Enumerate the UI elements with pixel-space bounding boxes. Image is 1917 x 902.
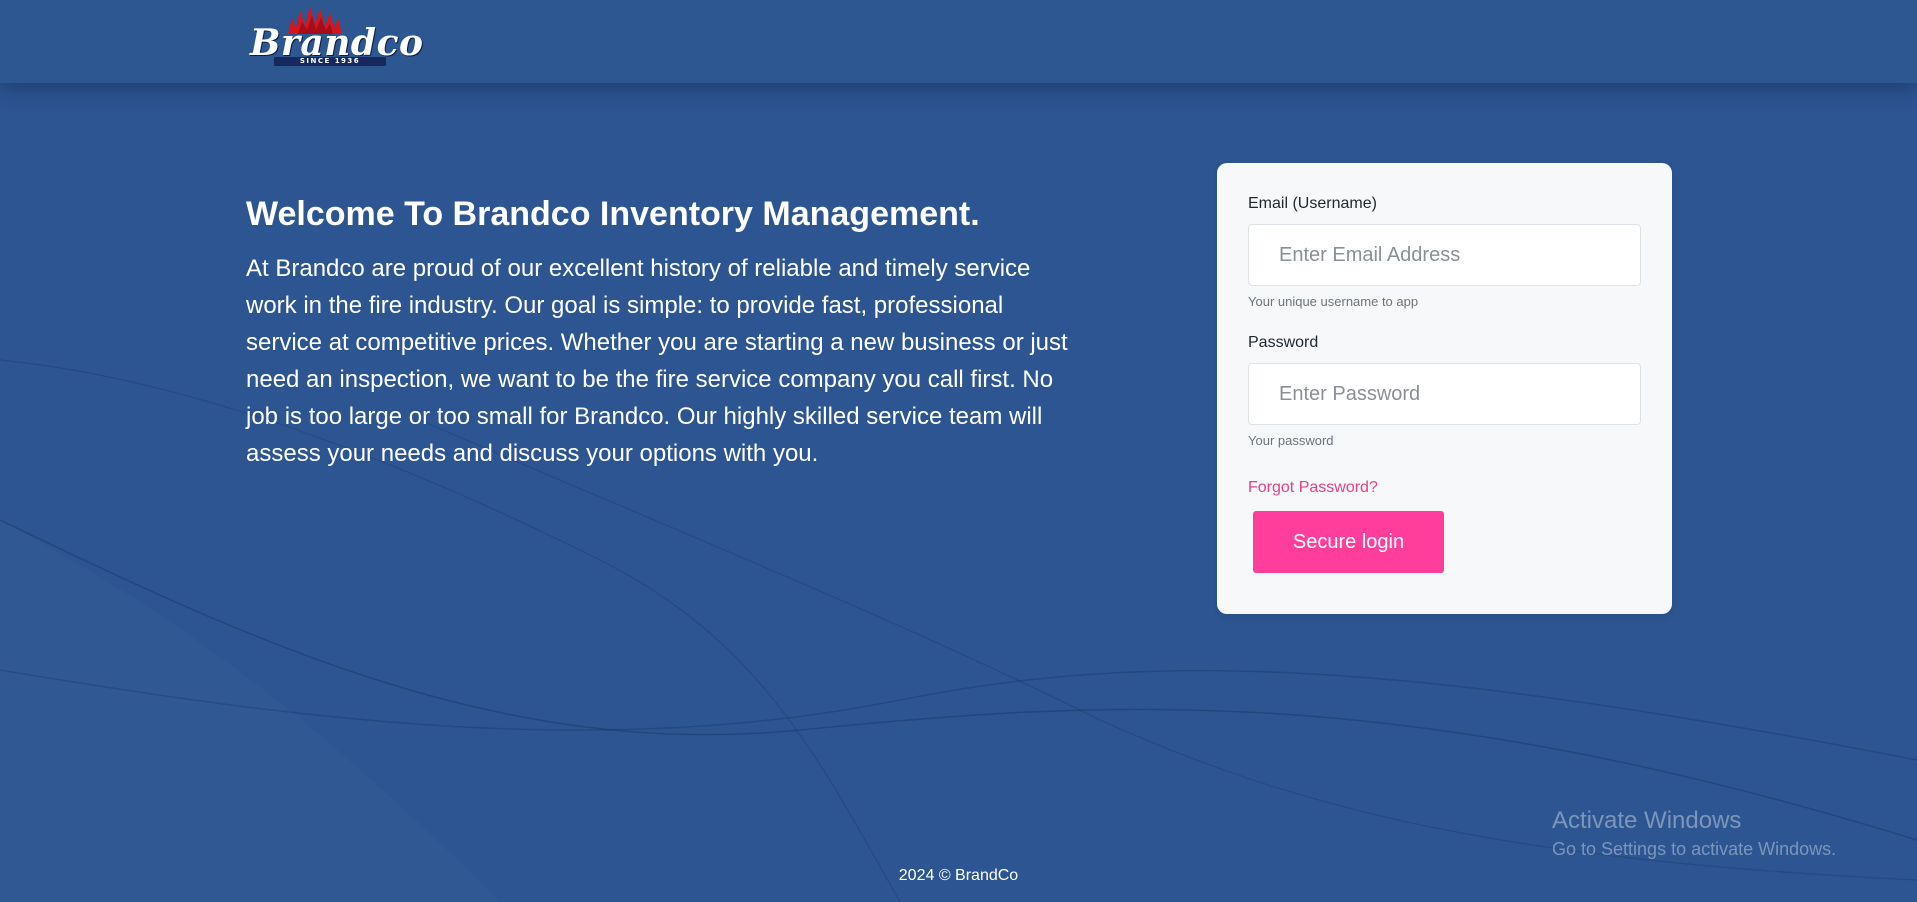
logo-tagline: SINCE 1936	[274, 57, 386, 66]
login-form: Email (Username) Your unique username to…	[1217, 163, 1672, 614]
activate-windows-subtitle: Go to Settings to activate Windows.	[1552, 839, 1837, 859]
footer-copyright: 2024 © BrandCo	[898, 867, 1019, 884]
password-help-text: Your password	[1248, 433, 1334, 448]
top-navbar: Brandco SINCE 1936	[0, 0, 1917, 83]
activate-windows-watermark: Activate Windows Go to Settings to activ…	[1552, 806, 1836, 862]
password-label: Password	[1248, 334, 1319, 351]
password-field[interactable]	[1248, 363, 1641, 425]
email-label: Email (Username)	[1248, 195, 1377, 212]
welcome-heading: Welcome To Brandco Inventory Management.	[246, 195, 980, 233]
activate-windows-title: Activate Windows	[1552, 807, 1742, 834]
secure-login-button[interactable]: Secure login	[1253, 511, 1444, 573]
welcome-description: At Brandco are proud of our excellent hi…	[246, 255, 1068, 467]
email-help-text: Your unique username to app	[1248, 294, 1419, 309]
forgot-password-link[interactable]: Forgot Password?	[1248, 479, 1378, 497]
brandco-logo[interactable]: Brandco SINCE 1936	[246, 4, 423, 66]
welcome-section: Welcome To Brandco Inventory Management.…	[246, 188, 1076, 472]
email-field[interactable]	[1248, 224, 1641, 286]
